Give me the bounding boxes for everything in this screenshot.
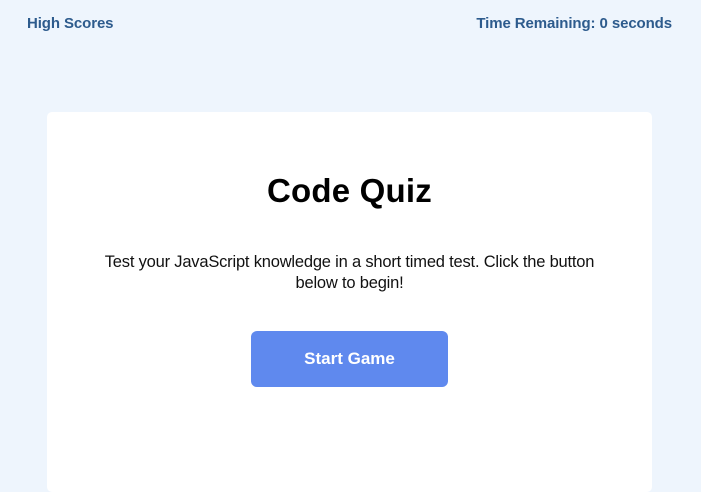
top-bar: High Scores Time Remaining: 0 seconds bbox=[27, 13, 672, 33]
start-game-button[interactable]: Start Game bbox=[251, 331, 448, 387]
page-title: Code Quiz bbox=[267, 172, 432, 209]
time-remaining: Time Remaining: 0 seconds bbox=[476, 14, 672, 32]
quiz-description: Test your JavaScript knowledge in a shor… bbox=[104, 253, 595, 292]
high-scores-link[interactable]: High Scores bbox=[27, 15, 114, 32]
quiz-card: Code Quiz Test your JavaScript knowledge… bbox=[47, 112, 652, 492]
